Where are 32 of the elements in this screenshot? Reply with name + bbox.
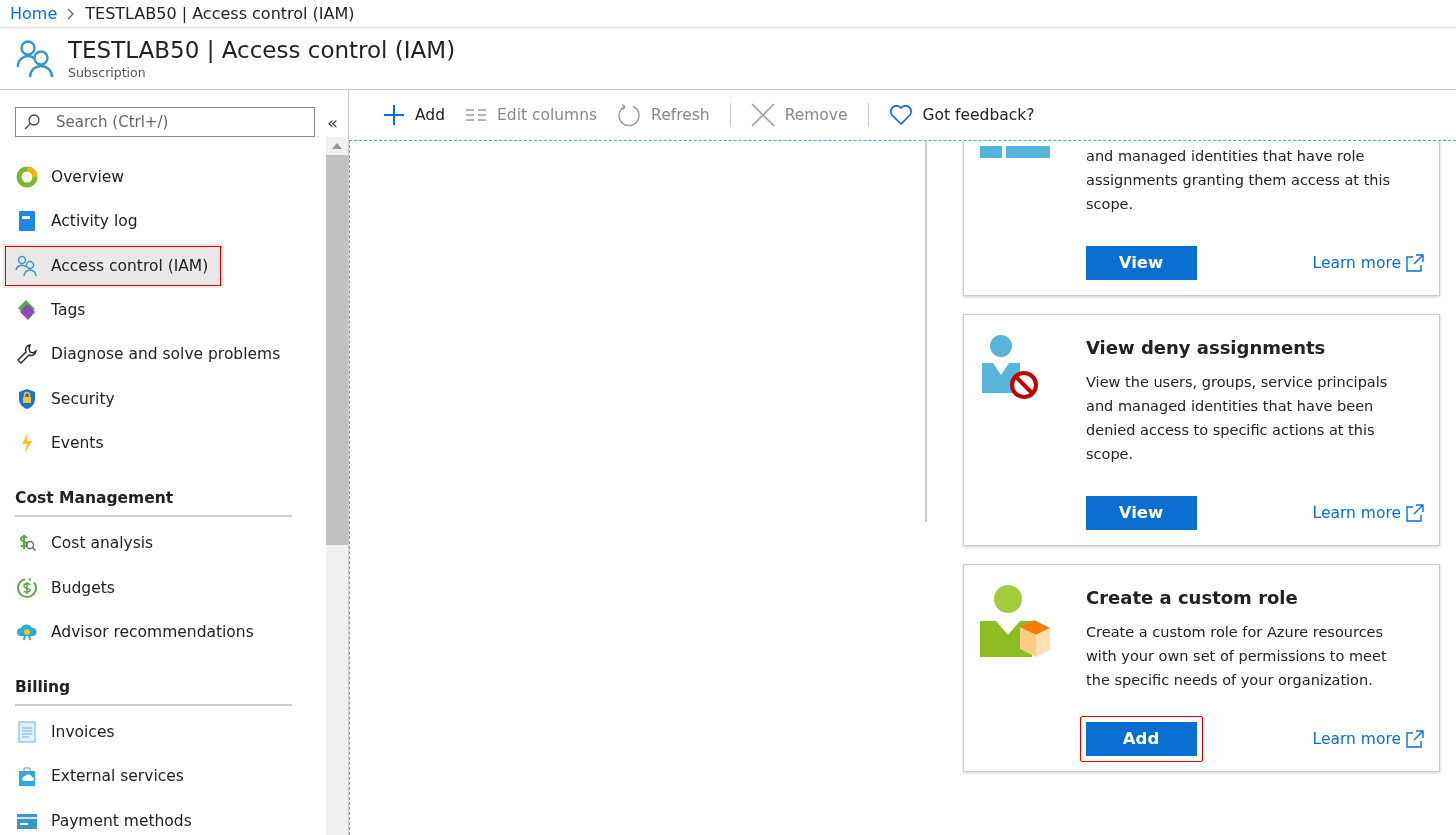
nav-item[interactable]: Payment methods	[0, 798, 326, 835]
card-description: and managed identities that have role assignments granting them access at this scope.	[1086, 147, 1392, 214]
nav-item[interactable]: External services	[0, 754, 326, 799]
nav-item[interactable]: Security	[0, 376, 326, 421]
nav-item[interactable]: Invoices	[0, 709, 326, 755]
collapse-button[interactable]: «	[327, 111, 338, 133]
search-field[interactable]: Search (Ctrl+/)	[15, 107, 315, 137]
card-description: Create a custom role for Azure resources with your own set of permissions to meet the specific needs of your organization.	[1086, 623, 1388, 690]
nav-item[interactable]: Cost analysis	[0, 521, 326, 566]
learn-more-link[interactable]: Learn more	[1312, 252, 1425, 273]
nav-item[interactable]: Advisor recommendations	[0, 609, 326, 654]
breadcrumb-current: TESTLAB50 | Access control (IAM)	[85, 4, 355, 23]
section-heading: Billing	[14, 676, 72, 698]
nav-item[interactable]: Access control (IAM)	[3, 243, 223, 288]
toolbar-button[interactable]: Got feedback?	[888, 104, 1035, 126]
nav-item[interactable]: Budgets	[0, 565, 326, 610]
card-title: View deny assignments	[1086, 337, 1327, 358]
nav-item[interactable]: Diagnose and solve problems	[0, 332, 326, 377]
page-title: TESTLAB50 | Access control (IAM)	[68, 37, 456, 63]
learn-more-link[interactable]: Learn more	[1312, 728, 1425, 749]
card-description: View the users, groups, service principals and managed identities that have been denied access to specific actions at this scope.	[1086, 373, 1389, 464]
card-button[interactable]: Add	[1079, 715, 1203, 762]
toolbar-button[interactable]: Add	[383, 104, 445, 126]
nav-item[interactable]: Activity log	[0, 199, 326, 244]
nav-item[interactable]: Tags	[0, 287, 326, 333]
card-title: Create a custom role	[1086, 587, 1299, 608]
nav-item[interactable]: Overview	[0, 155, 326, 200]
nav-item[interactable]: Events	[0, 420, 326, 466]
learn-more-link[interactable]: Learn more	[1312, 502, 1425, 523]
section-heading: Cost Management	[14, 488, 175, 510]
page-subtitle: Subscription	[68, 65, 147, 80]
breadcrumb-link[interactable]: Home	[10, 4, 58, 23]
